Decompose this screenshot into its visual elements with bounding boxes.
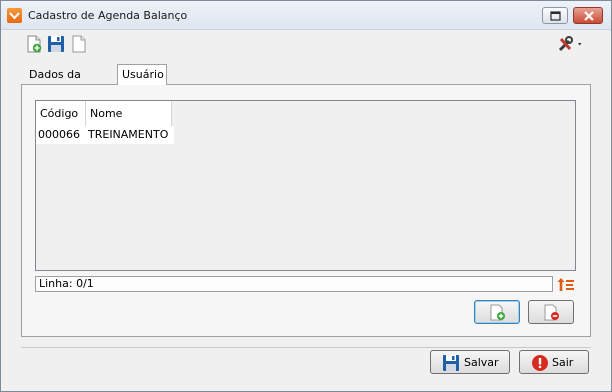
footer-divider (21, 347, 591, 348)
column-header-codigo[interactable]: Código (36, 101, 86, 126)
window-title: Cadastro de Agenda Balanço (28, 9, 188, 22)
remove-row-icon (544, 304, 559, 321)
restore-button[interactable] (542, 7, 568, 24)
exit-button-label: Sair (552, 356, 574, 369)
row-status: Linha: 0/1 (35, 276, 553, 292)
new-record-icon[interactable] (25, 35, 43, 53)
save-icon[interactable] (47, 35, 65, 53)
column-header-nome[interactable]: Nome (86, 101, 172, 126)
app-icon[interactable] (7, 8, 22, 23)
remove-row-button[interactable] (528, 300, 574, 324)
exit-button[interactable]: Sair (519, 350, 589, 374)
close-button[interactable] (573, 7, 603, 24)
save-button[interactable]: Salvar (430, 350, 510, 374)
copy-icon[interactable] (70, 35, 88, 53)
grid-cell-codigo[interactable]: 000066 (36, 126, 86, 144)
save-icon (443, 355, 459, 371)
sort-icon[interactable] (557, 276, 575, 294)
users-grid[interactable]: Código Nome 000066 TREINAMENTO (35, 100, 576, 271)
add-row-icon (490, 304, 505, 321)
window: Cadastro de Agenda Balanço Dados da Usuá… (0, 0, 612, 392)
title-bar: Cadastro de Agenda Balanço (1, 1, 611, 30)
add-row-button[interactable] (474, 300, 520, 324)
tab-dados-da-agenda[interactable]: Dados da Agenda (25, 66, 117, 99)
tab-usuario[interactable]: Usuário (117, 64, 167, 85)
save-button-label: Salvar (464, 356, 499, 369)
tools-icon[interactable] (557, 35, 585, 53)
exit-icon (532, 355, 548, 371)
grid-cell-nome[interactable]: TREINAMENTO (86, 126, 174, 144)
